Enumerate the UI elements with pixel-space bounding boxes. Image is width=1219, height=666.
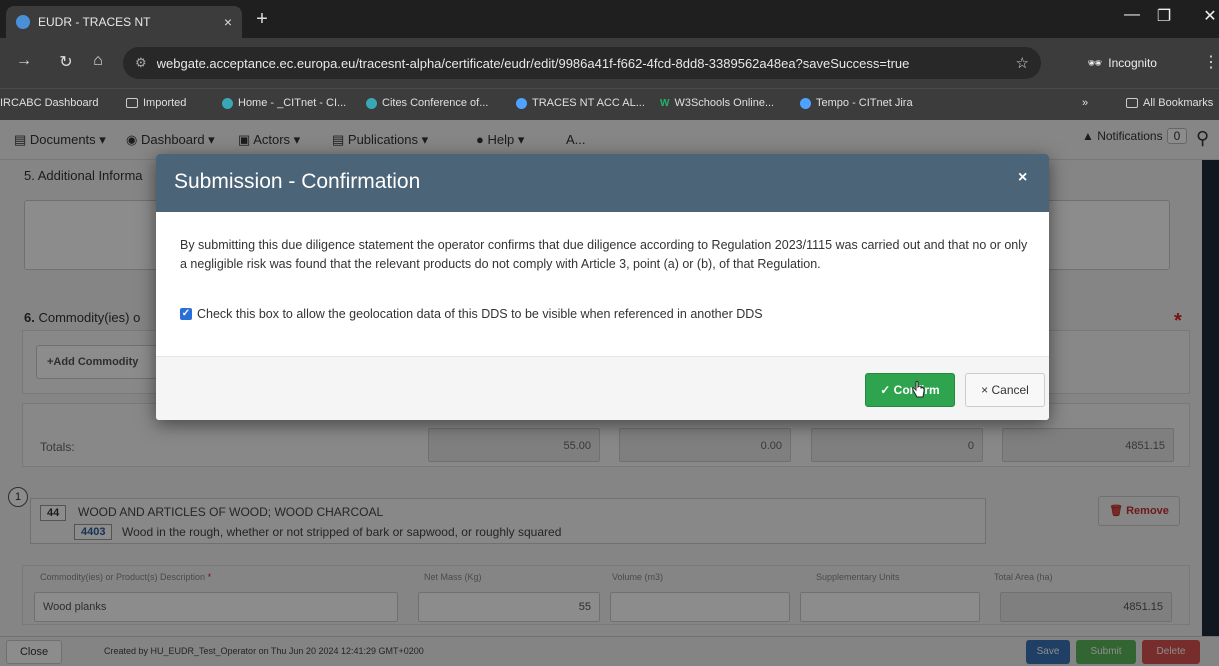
geolocation-checkbox-label: Check this box to allow the geolocation …	[197, 307, 763, 321]
bookmarks-overflow-button[interactable]: »	[1082, 97, 1088, 109]
cancel-button[interactable]: × Cancel	[965, 373, 1045, 407]
browser-tab[interactable]: EUDR - TRACES NT ×	[6, 6, 242, 38]
modal-header: Submission - Confirmation ×	[156, 154, 1049, 212]
tab-close-icon[interactable]: ×	[224, 14, 232, 30]
browser-menu-icon[interactable]: ⋮	[1203, 52, 1219, 72]
minimize-icon[interactable]: —	[1118, 6, 1146, 24]
site-info-icon[interactable]: ⚙	[135, 55, 147, 71]
modal-body: By submitting this due diligence stateme…	[156, 212, 1049, 356]
geolocation-checkbox-row[interactable]: ✓ Check this box to allow the geolocatio…	[180, 307, 763, 321]
bookmark-citnet-home[interactable]: Home - _CITnet - CI...	[222, 97, 346, 109]
modal-title: Submission - Confirmation	[174, 170, 421, 193]
bookmark-ircabc[interactable]: IRCABC Dashboard	[0, 97, 98, 109]
home-icon[interactable]: ⌂	[88, 52, 108, 70]
traces-icon	[516, 97, 527, 109]
bookmark-cites[interactable]: Cites Conference of...	[366, 97, 488, 109]
confirmation-text: By submitting this due diligence stateme…	[180, 238, 1028, 271]
bookmark-star-icon[interactable]: ☆	[1016, 54, 1029, 72]
bookmark-imported[interactable]: Imported	[126, 97, 186, 109]
bookmark-w3schools[interactable]: W W3Schools Online...	[660, 97, 774, 109]
browser-toolbar: → ↻ ⌂ ⚙ webgate.acceptance.ec.europa.eu/…	[0, 38, 1219, 88]
traces-favicon-icon	[16, 15, 30, 29]
bookmark-tempo[interactable]: Tempo - CITnet Jira	[800, 97, 913, 109]
geolocation-checkbox[interactable]: ✓	[180, 308, 192, 320]
window-close-icon[interactable]: ✕	[1196, 6, 1219, 26]
incognito-label: Incognito	[1108, 56, 1157, 70]
restore-icon[interactable]: ❐	[1150, 6, 1178, 26]
forward-icon[interactable]: →	[14, 52, 34, 70]
jira-icon	[800, 97, 811, 109]
all-bookmarks-button[interactable]: All Bookmarks	[1126, 97, 1213, 109]
modal-close-icon[interactable]: ×	[1018, 169, 1027, 187]
address-bar[interactable]: ⚙ webgate.acceptance.ec.europa.eu/traces…	[123, 47, 1041, 79]
url-text: webgate.acceptance.ec.europa.eu/tracesnt…	[156, 55, 910, 71]
browser-tab-bar: EUDR - TRACES NT × + — ❐ ✕	[0, 0, 1219, 38]
w3schools-icon: W	[660, 97, 670, 109]
folder-icon	[126, 98, 138, 108]
confirm-button[interactable]: ✓ Confirm	[865, 373, 955, 407]
confluence-icon	[366, 97, 377, 109]
incognito-indicator[interactable]: 🕶 Incognito	[1048, 47, 1196, 79]
hand-cursor-icon	[912, 381, 925, 398]
folder-icon	[1126, 98, 1138, 108]
confluence-icon	[222, 97, 233, 109]
incognito-icon: 🕶	[1087, 56, 1103, 70]
new-tab-button[interactable]: +	[250, 8, 274, 31]
tab-title: EUDR - TRACES NT	[38, 15, 151, 29]
bookmarks-bar: IRCABC Dashboard Imported Home - _CITnet…	[0, 88, 1219, 120]
bookmark-traces[interactable]: TRACES NT ACC AL...	[516, 97, 645, 109]
submission-confirmation-dialog: Submission - Confirmation × By submittin…	[156, 154, 1049, 420]
modal-footer: ✓ Confirm × Cancel	[156, 356, 1049, 420]
reload-icon[interactable]: ↻	[56, 52, 76, 72]
